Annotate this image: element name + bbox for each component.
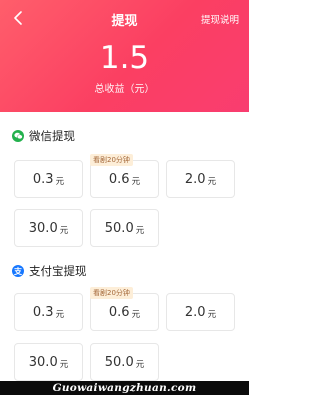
option-unit: 元 — [207, 176, 217, 187]
wechat-option-0-3[interactable]: 0.3 元 — [14, 160, 83, 198]
watch-20min-badge: 看剧20分钟 — [90, 154, 133, 166]
option-unit: 元 — [59, 225, 69, 236]
alipay-option-0-3[interactable]: 0.3 元 — [14, 293, 83, 331]
option-amount: 50.0 — [104, 220, 134, 236]
alipay-option-30-0[interactable]: 30.0 元 — [14, 343, 83, 381]
option-unit: 元 — [55, 309, 65, 320]
wechat-option-0-6[interactable]: 看剧20分钟 0.6 元 — [90, 154, 159, 198]
option-amount: 0.6 — [108, 304, 130, 320]
wechat-section-title: 微信提现 — [12, 128, 75, 144]
option-unit: 元 — [135, 359, 145, 370]
wechat-option-50-0[interactable]: 50.0 元 — [90, 209, 159, 247]
total-earnings-label: 总收益（元） — [94, 84, 155, 95]
wechat-option-2-0[interactable]: 2.0 元 — [166, 160, 235, 198]
option-unit: 元 — [55, 176, 65, 187]
alipay-section-label: 支付宝提现 — [29, 264, 87, 278]
option-amount: 0.6 — [108, 171, 130, 187]
withdraw-page: 提现 提现说明 1.5 总收益（元） 微信提现 0.3 元 看剧20分钟 0.6 元… — [0, 0, 249, 395]
total-earnings-value: 1.5 — [99, 40, 150, 76]
watch-20min-badge: 看剧20分钟 — [90, 287, 133, 299]
alipay-option-2-0[interactable]: 2.0 元 — [166, 293, 235, 331]
option-amount: 30.0 — [28, 354, 58, 370]
alipay-option-50-0[interactable]: 50.0 元 — [90, 343, 159, 381]
alipay-option-0-6[interactable]: 看剧20分钟 0.6 元 — [90, 287, 159, 331]
option-amount: 0.3 — [32, 171, 54, 187]
option-unit: 元 — [135, 225, 145, 236]
wechat-icon — [12, 130, 24, 142]
option-amount: 50.0 — [104, 354, 134, 370]
wechat-option-30-0[interactable]: 30.0 元 — [14, 209, 83, 247]
header: 提现 提现说明 1.5 总收益（元） — [0, 0, 249, 112]
option-unit: 元 — [59, 359, 69, 370]
option-amount: 2.0 — [184, 304, 206, 320]
option-amount: 30.0 — [28, 220, 58, 236]
alipay-icon: 支 — [12, 265, 24, 277]
alipay-section-title: 支 支付宝提现 — [12, 263, 87, 279]
option-unit: 元 — [207, 309, 217, 320]
site-watermark: Guowaiwangzhuan.com — [0, 381, 249, 395]
option-amount: 2.0 — [184, 171, 206, 187]
wechat-section-label: 微信提现 — [29, 129, 75, 143]
option-unit: 元 — [131, 309, 141, 320]
withdraw-help-link[interactable]: 提现说明 — [201, 12, 239, 26]
option-amount: 0.3 — [32, 304, 54, 320]
option-unit: 元 — [131, 176, 141, 187]
